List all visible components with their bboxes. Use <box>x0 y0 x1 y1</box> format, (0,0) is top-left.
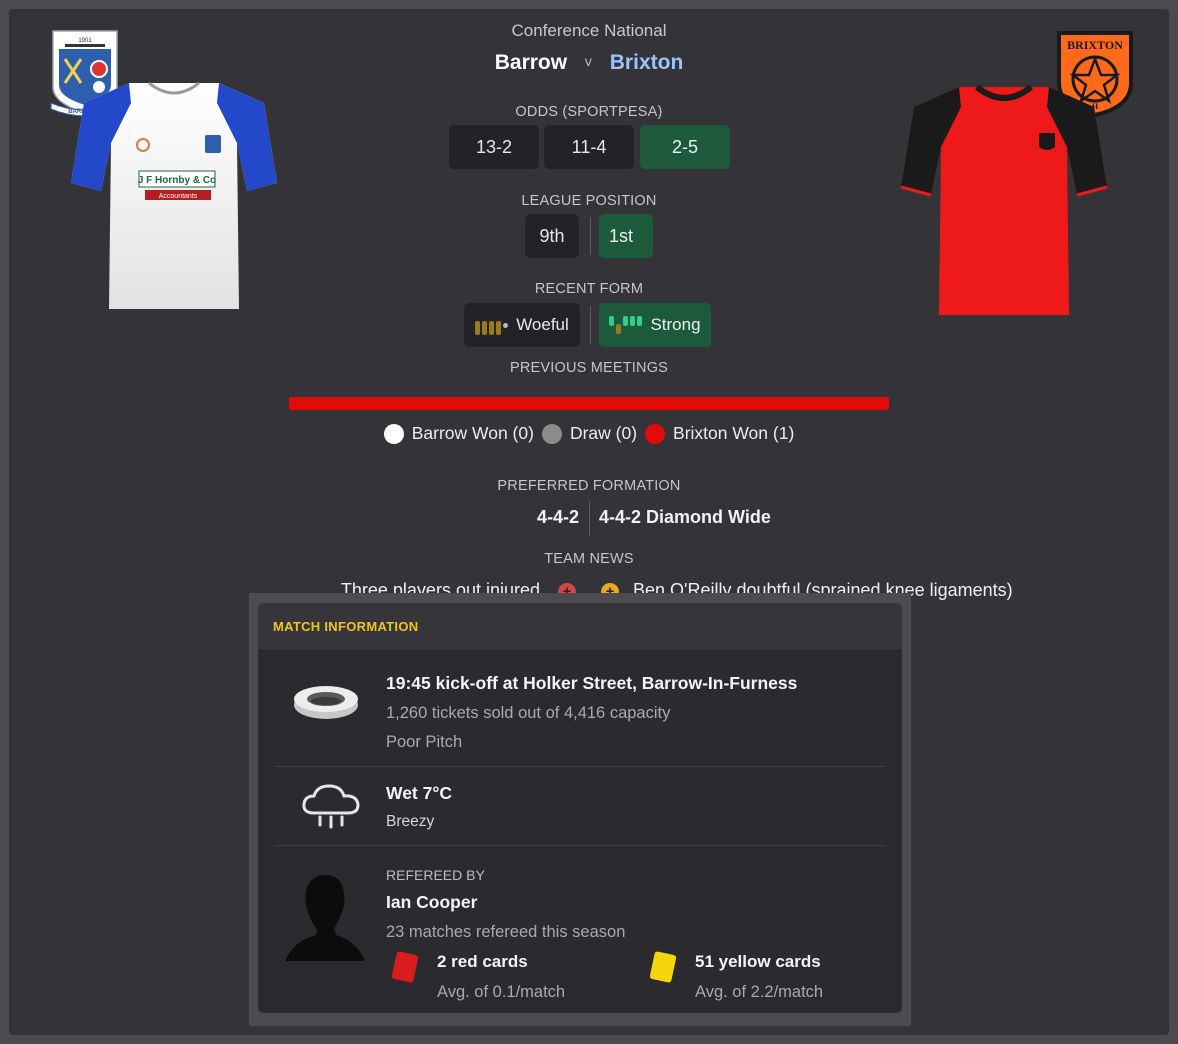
competition-name[interactable]: Conference National <box>9 21 1169 41</box>
away-team-name[interactable]: Brixton <box>610 51 684 74</box>
odds-draw[interactable]: 11-4 <box>544 125 634 169</box>
preferred-formation-label: PREFERRED FORMATION <box>497 478 681 494</box>
venue-pitch: Poor Pitch <box>386 733 463 751</box>
weather-wind: Breezy <box>386 813 435 830</box>
divider <box>590 217 591 255</box>
odds-home[interactable]: 13-2 <box>449 125 539 169</box>
previous-meetings-legend: Barrow Won (0) Draw (0) Brixton Won (1) <box>9 423 1169 444</box>
match-teams: Barrow v Brixton <box>9 51 1169 75</box>
divider <box>589 501 590 537</box>
recent-form-home-text: Woeful <box>516 315 569 334</box>
white-dot-icon <box>383 423 404 444</box>
match-information-heading: MATCH INFORMATION <box>258 603 902 651</box>
league-position-home[interactable]: 9th <box>525 214 579 258</box>
formation-away[interactable]: 4-4-2 Diamond Wide <box>599 507 771 528</box>
grey-dot-icon <box>541 423 562 444</box>
rain-cloud-icon <box>302 784 360 829</box>
recent-form-away[interactable]: Strong <box>599 303 711 347</box>
divider <box>590 306 591 344</box>
home-team-name[interactable]: Barrow <box>495 51 567 74</box>
odds-label: ODDS (SPORTPESA) <box>515 104 663 120</box>
previous-meetings-bar[interactable] <box>289 397 889 410</box>
legend-home-won: Barrow Won (0) <box>383 423 534 444</box>
legend-away-won: Brixton Won (1) <box>645 423 794 444</box>
red-cards-avg: Avg. of 0.1/match <box>437 983 566 1001</box>
recent-form-away-text: Strong <box>650 315 701 334</box>
yellow-cards-avg: Avg. of 2.2/match <box>695 983 824 1001</box>
weather-title[interactable]: Wet 7°C <box>386 783 452 804</box>
referee-name[interactable]: Ian Cooper <box>386 892 477 913</box>
previous-meetings-label: PREVIOUS MEETINGS <box>509 360 669 376</box>
home-sponsor-line1: J F Hornby & Co <box>138 175 216 186</box>
legend-home-won-text: Barrow Won (0) <box>411 423 534 443</box>
yellow-cards-count: 51 yellow cards <box>695 952 821 971</box>
league-position-away[interactable]: 1st <box>599 214 653 258</box>
divider <box>274 766 886 767</box>
red-cards-count: 2 red cards <box>437 952 528 971</box>
legend-away-won-text: Brixton Won (1) <box>673 423 795 443</box>
venue-tickets: 1,260 tickets sold out of 4,416 capacity <box>386 704 671 722</box>
recent-form-home[interactable]: Woeful <box>464 303 580 347</box>
odds-away[interactable]: 2-5 <box>640 125 730 169</box>
legend-draw: Draw (0) <box>541 423 638 444</box>
recent-form-label: RECENT FORM <box>534 281 644 297</box>
league-position-label: LEAGUE POSITION <box>521 193 657 209</box>
red-dot-icon <box>645 423 666 444</box>
divider <box>274 845 886 846</box>
yellow-card-icon <box>649 951 677 983</box>
referee-matches: 23 matches refereed this season <box>386 923 626 941</box>
match-information-card: MATCH INFORMATION 19:45 kick-off at Holk… <box>258 603 902 1013</box>
referee-silhouette-icon <box>286 875 364 961</box>
legend-draw-text: Draw (0) <box>569 423 638 443</box>
team-news-label: TEAM NEWS <box>544 551 634 567</box>
form-strong-icon <box>609 315 643 335</box>
venue-title[interactable]: 19:45 kick-off at Holker Street, Barrow-… <box>386 673 797 694</box>
red-card-icon <box>391 951 419 983</box>
formation-home[interactable]: 4-4-2 <box>537 507 579 528</box>
form-woeful-icon <box>475 315 509 335</box>
stadium-icon <box>294 686 358 719</box>
vs-label: v <box>584 53 592 69</box>
referee-label: REFEREED BY <box>386 867 485 883</box>
